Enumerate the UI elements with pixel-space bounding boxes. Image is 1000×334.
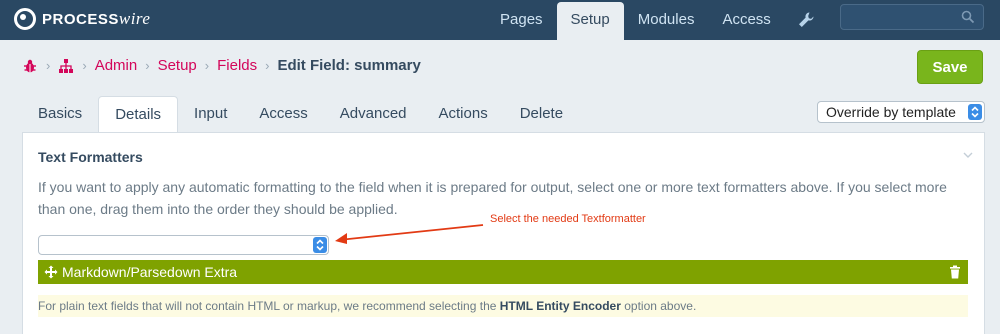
selected-formatter-label: Markdown/Parsedown Extra (62, 264, 238, 280)
tab-actions[interactable]: Actions (423, 96, 504, 132)
notes-text: For plain text fields that will not cont… (38, 295, 968, 317)
override-select-value: Override by template (826, 104, 956, 120)
breadcrumb-separator: › (82, 58, 87, 73)
text-formatters-panel: Text Formatters If you want to apply any… (22, 132, 985, 334)
chevron-down-icon[interactable] (962, 149, 974, 161)
notes-before: For plain text fields that will not cont… (38, 299, 500, 313)
breadcrumb-fields[interactable]: Fields (217, 57, 257, 74)
logo-text-part1: PROCESS (42, 11, 119, 28)
tab-advanced[interactable]: Advanced (324, 96, 423, 132)
breadcrumb-separator: › (265, 58, 270, 73)
tab-delete[interactable]: Delete (504, 96, 579, 132)
logo-text-part2: wire (118, 9, 151, 28)
topnav-access[interactable]: Access (708, 0, 784, 40)
panel-title: Text Formatters (38, 149, 143, 165)
logo-text: PROCESSwire (42, 9, 150, 29)
processwire-logo[interactable]: PROCESSwire (14, 8, 150, 30)
save-button[interactable]: Save (917, 50, 983, 84)
breadcrumb-admin[interactable]: Admin (95, 57, 138, 74)
breadcrumb-separator: › (204, 58, 210, 73)
tab-bar: Basics Details Input Access Advanced Act… (22, 96, 579, 133)
selected-formatter-row[interactable]: Markdown/Parsedown Extra (38, 260, 968, 284)
breadcrumb-separator: › (46, 58, 51, 73)
top-bar: PROCESSwire Pages Setup Modules Access (0, 0, 1000, 40)
textformatter-select[interactable] (38, 235, 329, 255)
breadcrumb-setup[interactable]: Setup (158, 57, 197, 74)
page-title: Edit Field: summary (277, 57, 421, 74)
topnav-modules[interactable]: Modules (624, 0, 709, 40)
select-arrows-icon (968, 104, 982, 120)
logo-icon (14, 8, 36, 30)
search-input[interactable] (841, 5, 951, 29)
search-box (840, 4, 984, 30)
select-arrows-icon (313, 237, 327, 253)
move-icon[interactable] (44, 265, 58, 279)
annotation-text: Select the needed Textformatter (490, 213, 646, 225)
top-nav: Pages Setup Modules Access (486, 0, 785, 40)
tab-input[interactable]: Input (178, 96, 243, 132)
breadcrumb-separator: › (145, 58, 150, 73)
trash-icon[interactable] (949, 265, 961, 279)
breadcrumb: › › Admin › Setup › Fields › Edit Field:… (22, 57, 421, 74)
annotation-arrow (335, 224, 484, 244)
topnav-pages[interactable]: Pages (486, 0, 557, 40)
tab-basics[interactable]: Basics (22, 96, 98, 132)
tab-details[interactable]: Details (98, 96, 179, 133)
bug-icon[interactable] (22, 58, 38, 74)
topnav-setup[interactable]: Setup (556, 2, 624, 40)
wrench-icon[interactable] (796, 10, 816, 30)
notes-bold: HTML Entity Encoder (499, 299, 621, 313)
override-select[interactable]: Override by template (817, 101, 985, 123)
sitemap-icon[interactable] (58, 58, 74, 74)
tab-access[interactable]: Access (243, 96, 323, 132)
notes-after: option above. (620, 299, 697, 313)
search-icon[interactable] (961, 10, 975, 24)
